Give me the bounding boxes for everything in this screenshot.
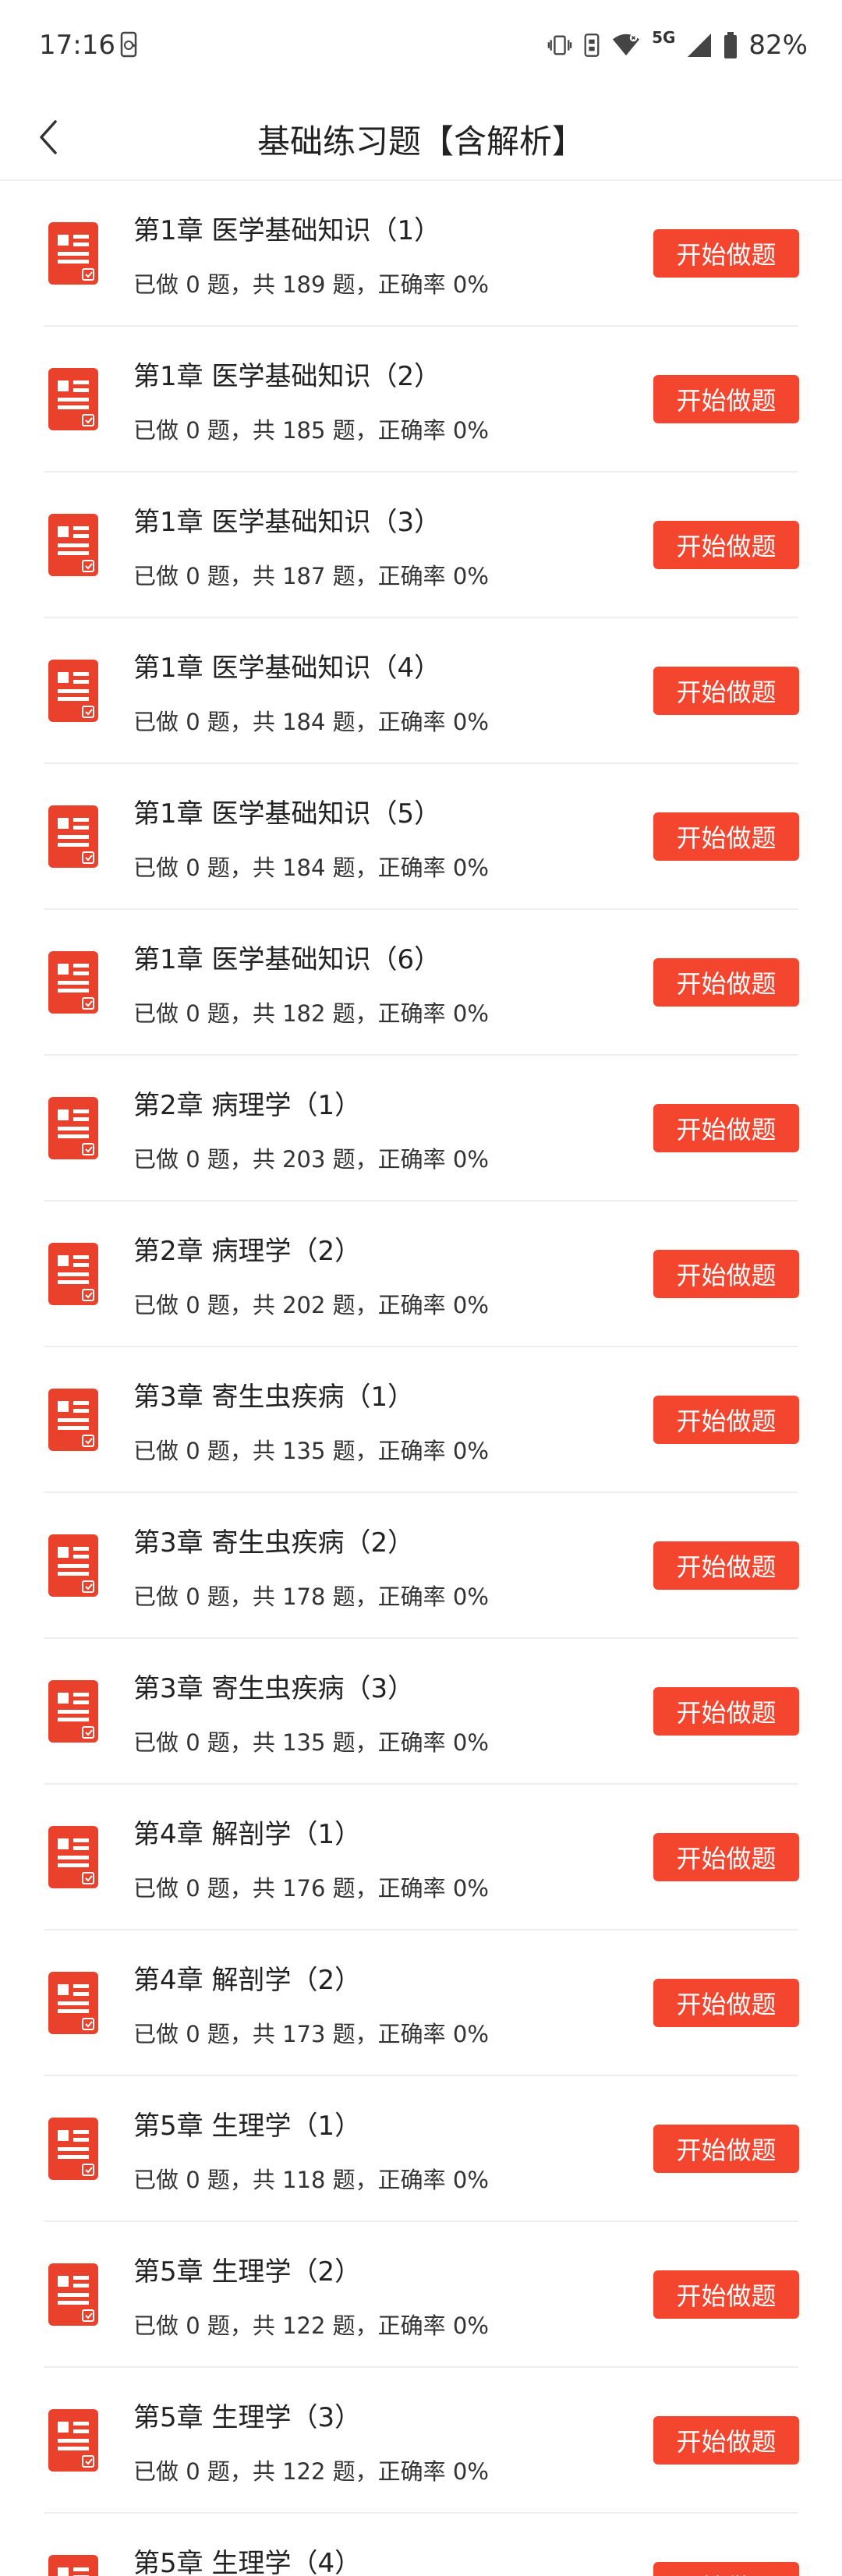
- start-button[interactable]: 开始做题: [653, 521, 799, 569]
- list-item[interactable]: 第4章 解剖学（2） 已做 0 题，共 173 题，正确率 0% 开始做题: [0, 1930, 842, 2076]
- start-button[interactable]: 开始做题: [653, 1104, 799, 1152]
- item-progress: 已做 0 题，共 185 题，正确率 0%: [133, 417, 489, 444]
- list-item[interactable]: 第5章 生理学（3） 已做 0 题，共 122 题，正确率 0% 开始做题: [0, 2368, 842, 2514]
- item-progress: 已做 0 题，共 135 题，正确率 0%: [133, 1438, 489, 1464]
- start-button[interactable]: 开始做题: [653, 2125, 799, 2173]
- exercise-list: 第1章 医学基础知识（1） 已做 0 题，共 189 题，正确率 0% 开始做题 第1…: [0, 181, 842, 2576]
- list-item[interactable]: 第3章 寄生虫疾病（3） 已做 0 题，共 135 题，正确率 0% 开始做题: [0, 1639, 842, 1785]
- item-progress: 已做 0 题，共 122 题，正确率 0%: [133, 2312, 489, 2339]
- document-icon: [48, 1389, 98, 1451]
- list-item[interactable]: 第3章 寄生虫疾病（1） 已做 0 题，共 135 题，正确率 0% 开始做题: [0, 1347, 842, 1493]
- document-icon: [48, 222, 98, 285]
- item-progress: 已做 0 题，共 122 题，正确率 0%: [133, 2458, 489, 2485]
- phone-sync-icon: [120, 31, 137, 58]
- item-title: 第5章 生理学（3）: [133, 2402, 362, 2433]
- document-icon: [48, 514, 98, 576]
- item-title: 第3章 寄生虫疾病（2）: [133, 1527, 415, 1559]
- start-button[interactable]: 开始做题: [653, 812, 799, 861]
- signal-icon: [688, 34, 712, 57]
- item-title: 第1章 医学基础知识（3）: [133, 507, 441, 538]
- document-icon: [48, 805, 98, 868]
- sim-card-icon: [584, 34, 600, 57]
- item-progress: 已做 0 题，共 189 题，正确率 0%: [133, 271, 489, 298]
- start-button[interactable]: 开始做题: [653, 1687, 799, 1736]
- item-title: 第4章 解剖学（2）: [133, 1965, 362, 1996]
- page-title: 基础练习题【含解析】: [256, 122, 585, 161]
- item-title: 第5章 生理学（1）: [133, 2111, 362, 2142]
- document-icon: [48, 1243, 98, 1305]
- item-progress: 已做 0 题，共 187 题，正确率 0%: [133, 563, 489, 589]
- item-progress: 已做 0 题，共 203 题，正确率 0%: [133, 1146, 489, 1173]
- item-title: 第1章 医学基础知识（6）: [133, 944, 441, 975]
- document-icon: [48, 2263, 98, 2326]
- list-item[interactable]: 第5章 生理学（1） 已做 0 题，共 118 题，正确率 0% 开始做题: [0, 2076, 842, 2222]
- item-title: 第5章 生理学（4）: [133, 2548, 362, 2576]
- item-title: 第4章 解剖学（1）: [133, 1819, 362, 1850]
- start-button[interactable]: 开始做题: [653, 375, 799, 423]
- start-button[interactable]: 开始做题: [653, 2416, 799, 2465]
- status-time: 17:16: [39, 30, 115, 61]
- list-item[interactable]: 第1章 医学基础知识（2） 已做 0 题，共 185 题，正确率 0% 开始做题: [0, 327, 842, 472]
- document-icon: [48, 951, 98, 1014]
- battery-icon: [724, 32, 738, 58]
- document-icon: [48, 2118, 98, 2180]
- start-button[interactable]: 开始做题: [653, 667, 799, 715]
- battery-percent: 82%: [748, 30, 808, 61]
- list-item[interactable]: 第5章 生理学（4） 开始做题: [0, 2514, 842, 2576]
- item-title: 第1章 医学基础知识（5）: [133, 798, 441, 830]
- list-item[interactable]: 第1章 医学基础知识（3） 已做 0 题，共 187 题，正确率 0% 开始做题: [0, 472, 842, 618]
- item-progress: 已做 0 题，共 118 题，正确率 0%: [133, 2167, 489, 2193]
- vibrate-icon: [547, 35, 572, 55]
- list-item[interactable]: 第3章 寄生虫疾病（2） 已做 0 题，共 178 题，正确率 0% 开始做题: [0, 1493, 842, 1639]
- item-title: 第3章 寄生虫疾病（1）: [133, 1382, 415, 1413]
- item-title: 第1章 医学基础知识（2）: [133, 361, 441, 392]
- start-button[interactable]: 开始做题: [653, 1396, 799, 1444]
- start-button[interactable]: 开始做题: [653, 1979, 799, 2027]
- list-item[interactable]: 第1章 医学基础知识（1） 已做 0 题，共 189 题，正确率 0% 开始做题: [0, 181, 842, 327]
- start-button[interactable]: 开始做题: [653, 1541, 799, 1590]
- list-item[interactable]: 第1章 医学基础知识（6） 已做 0 题，共 182 题，正确率 0% 开始做题: [0, 910, 842, 1056]
- item-title: 第2章 病理学（1）: [133, 1090, 362, 1121]
- list-item[interactable]: 第2章 病理学（1） 已做 0 题，共 203 题，正确率 0% 开始做题: [0, 1056, 842, 1201]
- item-title: 第2章 病理学（2）: [133, 1236, 362, 1267]
- start-button[interactable]: 开始做题: [653, 2562, 799, 2576]
- header: 基础练习题【含解析】: [0, 94, 842, 181]
- start-button[interactable]: 开始做题: [653, 1250, 799, 1298]
- network-type: 5G: [652, 28, 676, 47]
- list-item[interactable]: 第5章 生理学（2） 已做 0 题，共 122 题，正确率 0% 开始做题: [0, 2222, 842, 2368]
- item-progress: 已做 0 题，共 184 题，正确率 0%: [133, 709, 489, 735]
- item-title: 第3章 寄生虫疾病（3）: [133, 1673, 415, 1704]
- start-button[interactable]: 开始做题: [653, 229, 799, 278]
- item-title: 第1章 医学基础知识（1）: [133, 215, 441, 246]
- document-icon: [48, 2409, 98, 2472]
- start-button[interactable]: 开始做题: [653, 1833, 799, 1881]
- document-icon: [48, 2555, 98, 2576]
- list-item[interactable]: 第1章 医学基础知识（5） 已做 0 题，共 184 题，正确率 0% 开始做题: [0, 764, 842, 910]
- item-progress: 已做 0 题，共 184 题，正确率 0%: [133, 855, 489, 881]
- item-progress: 已做 0 题，共 202 题，正确率 0%: [133, 1292, 489, 1318]
- document-icon: [48, 1680, 98, 1743]
- document-icon: [48, 368, 98, 430]
- document-icon: [48, 660, 98, 722]
- document-icon: [48, 1534, 98, 1597]
- document-icon: [48, 1826, 98, 1888]
- item-progress: 已做 0 题，共 182 题，正确率 0%: [133, 1000, 489, 1027]
- wifi-icon: [612, 34, 640, 56]
- item-progress: 已做 0 题，共 176 题，正确率 0%: [133, 1875, 489, 1902]
- status-bar: 17:16 5G 82%: [0, 0, 842, 94]
- item-progress: 已做 0 题，共 178 题，正确率 0%: [133, 1583, 489, 1610]
- status-icons: 5G 82%: [547, 28, 808, 62]
- list-item[interactable]: 第4章 解剖学（1） 已做 0 题，共 176 题，正确率 0% 开始做题: [0, 1785, 842, 1930]
- item-progress: 已做 0 题，共 135 题，正确率 0%: [133, 1729, 489, 1756]
- item-progress: 已做 0 题，共 173 题，正确率 0%: [133, 2021, 489, 2047]
- list-item[interactable]: 第1章 医学基础知识（4） 已做 0 题，共 184 题，正确率 0% 开始做题: [0, 618, 842, 764]
- start-button[interactable]: 开始做题: [653, 2270, 799, 2319]
- document-icon: [48, 1097, 98, 1159]
- document-icon: [48, 1972, 98, 2034]
- item-title: 第1章 医学基础知识（4）: [133, 653, 441, 684]
- list-item[interactable]: 第2章 病理学（2） 已做 0 题，共 202 题，正确率 0% 开始做题: [0, 1201, 842, 1347]
- start-button[interactable]: 开始做题: [653, 958, 799, 1007]
- item-title: 第5章 生理学（2）: [133, 2256, 362, 2288]
